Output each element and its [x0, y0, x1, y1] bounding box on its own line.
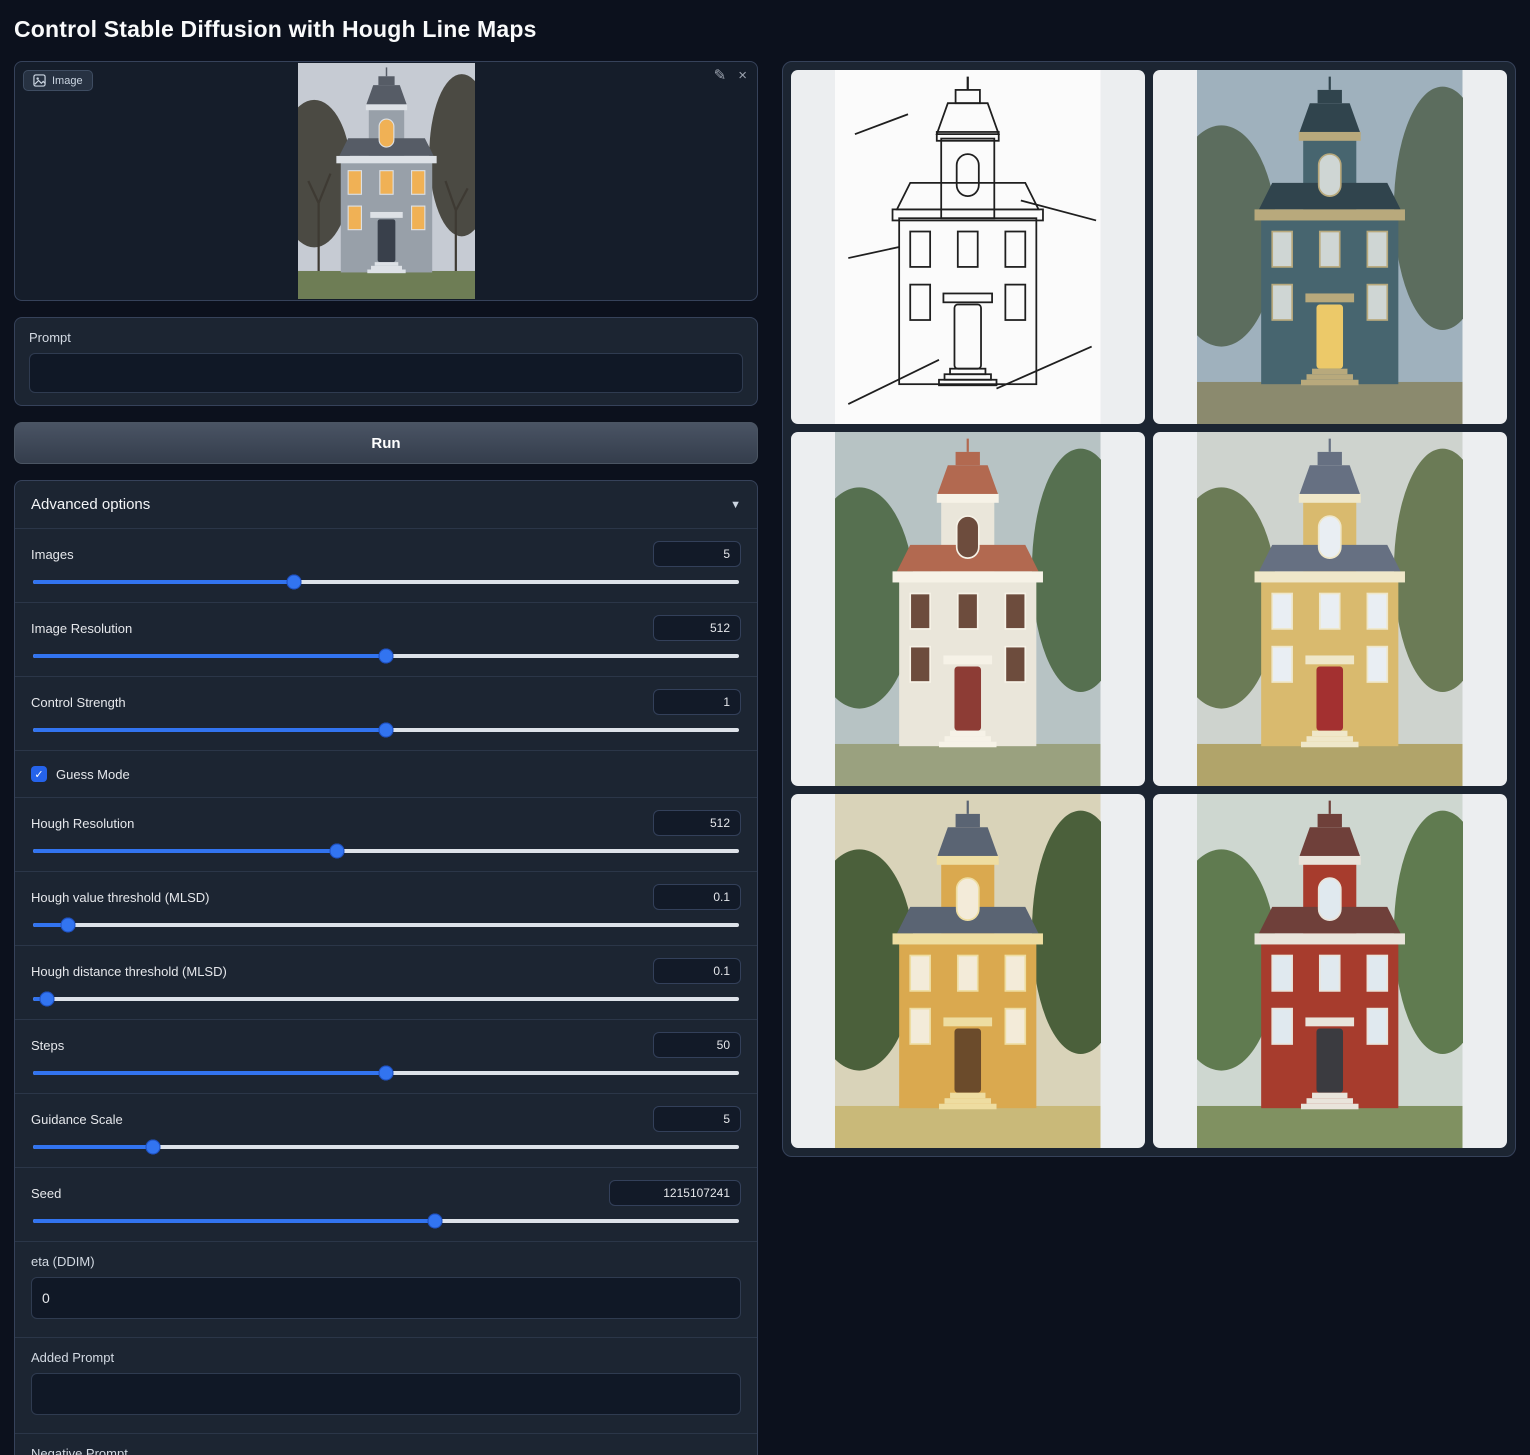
seed-number-input[interactable] — [609, 1180, 741, 1206]
hough-distance-threshold-mlsd-number-input[interactable] — [653, 958, 741, 984]
image-resolution-number-input[interactable] — [653, 615, 741, 641]
eta-ddim-text-input[interactable] — [31, 1277, 741, 1319]
control-strength-number-input[interactable] — [653, 689, 741, 715]
control-guess-mode[interactable]: ✓ Guess Mode — [15, 750, 757, 797]
hough-resolution-number-input[interactable] — [653, 810, 741, 836]
control-seed: Seed — [15, 1167, 757, 1241]
images-slider-handle[interactable] — [287, 575, 302, 590]
control-strength-slider-handle[interactable] — [379, 723, 394, 738]
control-label: eta (DDIM) — [31, 1254, 741, 1269]
control-hough-value-threshold-mlsd: Hough value threshold (MLSD) — [15, 871, 757, 945]
image-resolution-slider-handle[interactable] — [379, 649, 394, 664]
control-images: Images — [15, 528, 757, 602]
control-label: Added Prompt — [31, 1350, 741, 1365]
steps-number-input[interactable] — [653, 1032, 741, 1058]
control-label: Steps — [31, 1038, 64, 1053]
controls-column: Image ✎ × Prompt Run Advanced options ▼ — [14, 61, 758, 1455]
gallery-item-hough-line-map[interactable] — [791, 70, 1145, 424]
hough-value-threshold-mlsd-slider[interactable] — [33, 923, 739, 927]
hough-value-threshold-mlsd-number-input[interactable] — [653, 884, 741, 910]
advanced-options-panel: Advanced options ▼ Images Image Resoluti… — [14, 480, 758, 1455]
accordion-collapse-icon[interactable]: ▼ — [730, 499, 741, 511]
image-label: Image — [52, 75, 83, 87]
checkbox-checked-icon[interactable]: ✓ — [31, 766, 47, 782]
control-label: Control Strength — [31, 695, 126, 710]
control-label: Hough value threshold (MLSD) — [31, 890, 209, 905]
control-label: Image Resolution — [31, 621, 132, 636]
control-negative-prompt: Negative Prompt — [15, 1433, 757, 1455]
control-label: Negative Prompt — [31, 1446, 741, 1455]
control-eta-ddim: eta (DDIM) — [15, 1241, 757, 1337]
guidance-scale-number-input[interactable] — [653, 1106, 741, 1132]
control-image-resolution: Image Resolution — [15, 602, 757, 676]
control-control-strength: Control Strength — [15, 676, 757, 750]
advanced-controls: Images Image Resolution Control Strength — [15, 528, 757, 1455]
hough-resolution-slider[interactable] — [33, 849, 739, 853]
steps-slider-handle[interactable] — [379, 1066, 394, 1081]
slider-fill — [33, 1219, 435, 1223]
input-image-component[interactable]: Image ✎ × — [14, 61, 758, 301]
slider-fill — [33, 580, 294, 584]
gallery-item-painting-tan-victorian[interactable] — [1153, 432, 1507, 786]
image-icon — [33, 74, 46, 87]
control-label: Guess Mode — [56, 767, 130, 782]
slider-fill — [33, 1071, 386, 1075]
page-title: Control Stable Diffusion with Hough Line… — [14, 16, 1516, 43]
advanced-options-header[interactable]: Advanced options ▼ — [15, 481, 757, 528]
slider-fill — [33, 849, 337, 853]
seed-slider-handle[interactable] — [428, 1214, 443, 1229]
clear-image-icon[interactable]: × — [738, 68, 747, 83]
steps-slider[interactable] — [33, 1071, 739, 1075]
page: Control Stable Diffusion with Hough Line… — [0, 0, 1530, 1455]
guidance-scale-slider[interactable] — [33, 1145, 739, 1149]
image-label-chip: Image — [23, 70, 93, 91]
control-label: Hough distance threshold (MLSD) — [31, 964, 227, 979]
result-gallery — [782, 61, 1516, 1157]
hough-distance-threshold-mlsd-slider-handle[interactable] — [40, 992, 55, 1007]
prompt-label: Prompt — [29, 330, 743, 345]
gallery-item-painting-red-victorian[interactable] — [1153, 794, 1507, 1148]
image-resolution-slider[interactable] — [33, 654, 739, 658]
run-button[interactable]: Run — [14, 422, 758, 464]
hough-resolution-slider-handle[interactable] — [329, 844, 344, 859]
seed-slider[interactable] — [33, 1219, 739, 1223]
results-column — [782, 61, 1516, 1157]
guidance-scale-slider-handle[interactable] — [146, 1140, 161, 1155]
control-label: Images — [31, 547, 74, 562]
control-hough-distance-threshold-mlsd: Hough distance threshold (MLSD) — [15, 945, 757, 1019]
images-number-input[interactable] — [653, 541, 741, 567]
slider-fill — [33, 728, 386, 732]
control-label: Seed — [31, 1186, 61, 1201]
input-image-preview — [298, 63, 475, 299]
prompt-input[interactable] — [29, 353, 743, 393]
control-guidance-scale: Guidance Scale — [15, 1093, 757, 1167]
images-slider[interactable] — [33, 580, 739, 584]
added-prompt-text-input[interactable] — [31, 1373, 741, 1415]
advanced-options-label: Advanced options — [31, 496, 150, 513]
slider-fill — [33, 1145, 153, 1149]
slider-fill — [33, 654, 386, 658]
control-label: Guidance Scale — [31, 1112, 123, 1127]
gallery-item-painting-golden-victorian[interactable] — [791, 794, 1145, 1148]
prompt-block: Prompt — [14, 317, 758, 406]
hough-value-threshold-mlsd-slider-handle[interactable] — [61, 918, 76, 933]
gallery-item-painting-white-victorian[interactable] — [791, 432, 1145, 786]
control-added-prompt: Added Prompt — [15, 1337, 757, 1433]
control-steps: Steps — [15, 1019, 757, 1093]
hough-distance-threshold-mlsd-slider[interactable] — [33, 997, 739, 1001]
control-hough-resolution: Hough Resolution — [15, 797, 757, 871]
edit-image-icon[interactable]: ✎ — [714, 68, 727, 83]
control-strength-slider[interactable] — [33, 728, 739, 732]
gallery-item-painting-teal-victorian[interactable] — [1153, 70, 1507, 424]
control-label: Hough Resolution — [31, 816, 134, 831]
